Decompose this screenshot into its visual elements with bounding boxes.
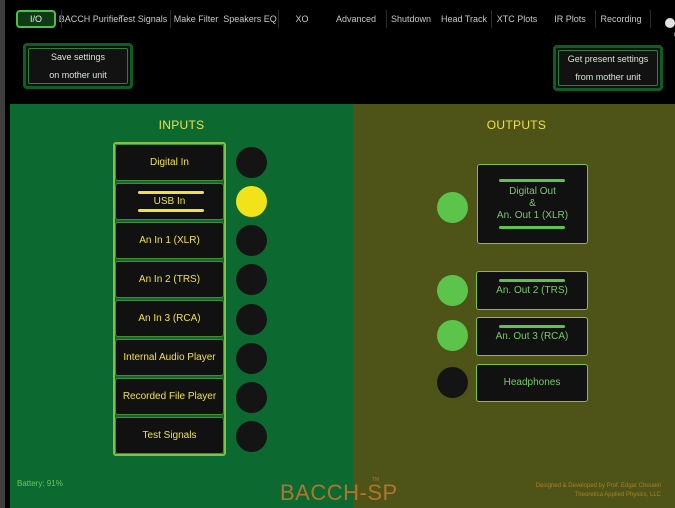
- credit-line2: Theoretica Applied Physics, LLC: [574, 492, 661, 498]
- brand-logo: BACCH-SP: [280, 480, 398, 505]
- input-indicator-led-selected[interactable]: [236, 186, 267, 217]
- tab-io[interactable]: I/O: [12, 6, 60, 32]
- tab-divider: [61, 10, 62, 28]
- input-label: An In 2 (TRS): [138, 274, 201, 285]
- tab-bacch-purifier[interactable]: BACCH Purifier: [59, 6, 122, 32]
- inputs-panel: INPUTS Digital In USB In An In 1 (XLR) A…: [10, 104, 353, 508]
- credit-line1: Designed & Developed by Prof. Edgar Chou…: [535, 483, 661, 489]
- input-an-in-3-rca[interactable]: An In 3 (RCA): [115, 300, 224, 337]
- tab-divider: [595, 10, 596, 28]
- app-window: I/O BACCH Purifier Test Signals Make Fil…: [0, 0, 675, 508]
- input-label: An In 1 (XLR): [139, 235, 200, 246]
- tab-divider: [278, 10, 279, 28]
- input-indicator-led[interactable]: [236, 147, 267, 178]
- tab-divider: [386, 10, 387, 28]
- active-bar-bottom: [499, 226, 565, 229]
- tab-speakers-eq[interactable]: Speakers EQ: [223, 6, 277, 32]
- output-headphones[interactable]: Headphones: [476, 364, 588, 402]
- tab-io-label: I/O: [15, 10, 56, 28]
- status-dot-icon[interactable]: [665, 18, 675, 28]
- active-bar-top: [499, 279, 565, 282]
- input-internal-audio-player[interactable]: Internal Audio Player: [115, 339, 224, 376]
- top-tab-bar: I/O BACCH Purifier Test Signals Make Fil…: [10, 6, 675, 32]
- output-label-line1: Digital Out: [509, 186, 556, 197]
- input-indicator-led[interactable]: [236, 421, 267, 452]
- input-label: USB In: [153, 196, 186, 207]
- tab-divider: [170, 10, 171, 28]
- output-label-line2: &: [529, 198, 536, 209]
- output-digital-an-out-1[interactable]: Digital Out & An. Out 1 (XLR): [477, 164, 588, 244]
- tab-shutdown[interactable]: Shutdown: [386, 6, 436, 32]
- output-indicator-led-active[interactable]: [437, 192, 468, 223]
- outputs-title: OUTPUTS: [486, 118, 547, 132]
- output-an-out-2-trs[interactable]: An. Out 2 (TRS): [476, 271, 588, 310]
- tab-divider: [491, 10, 492, 28]
- input-recorded-file-player[interactable]: Recorded File Player: [115, 378, 224, 415]
- tab-advanced[interactable]: Advanced: [332, 6, 380, 32]
- input-label: Internal Audio Player: [123, 352, 216, 363]
- input-an-in-2-trs[interactable]: An In 2 (TRS): [115, 261, 224, 298]
- tab-test-signals[interactable]: Test Signals: [118, 6, 168, 32]
- output-an-out-3-rca[interactable]: An. Out 3 (RCA): [476, 317, 588, 356]
- active-bar-top: [499, 179, 565, 182]
- button-border: [28, 48, 128, 84]
- input-indicator-led[interactable]: [236, 343, 267, 374]
- battery-status: Battery: 91%: [17, 479, 63, 488]
- output-indicator-led-active[interactable]: [437, 320, 468, 351]
- tab-divider: [650, 10, 651, 28]
- tab-xtc-plots[interactable]: XTC Plots: [492, 6, 542, 32]
- tab-recording[interactable]: Recording: [596, 6, 646, 32]
- input-label: An In 3 (RCA): [138, 313, 201, 324]
- tab-ir-plots[interactable]: IR Plots: [547, 6, 593, 32]
- output-label: An. Out 3 (RCA): [495, 330, 569, 342]
- output-label-line3: An. Out 1 (XLR): [496, 210, 569, 221]
- input-label: Test Signals: [142, 430, 197, 441]
- inputs-title: INPUTS: [158, 118, 205, 132]
- input-test-signals[interactable]: Test Signals: [115, 417, 224, 454]
- input-label: Recorded File Player: [122, 391, 217, 402]
- selected-bar-bottom: [138, 209, 204, 212]
- active-bar-top: [499, 325, 565, 328]
- input-usb-in[interactable]: USB In: [115, 183, 224, 220]
- outputs-panel: OUTPUTS Digital Out & An. Out 1 (XLR) An…: [353, 104, 675, 508]
- output-indicator-led-active[interactable]: [437, 275, 468, 306]
- input-indicator-led[interactable]: [236, 225, 267, 256]
- tab-make-filter[interactable]: Make Filter: [171, 6, 221, 32]
- button-border: [558, 50, 658, 86]
- trademark-mark: TM: [372, 477, 380, 483]
- save-settings-button[interactable]: Save settings on mother unit: [23, 43, 133, 89]
- credits: Designed & Developed by Prof. Edgar Chou…: [536, 482, 661, 500]
- output-label: An. Out 2 (TRS): [496, 284, 568, 296]
- input-label: Digital In: [150, 157, 189, 168]
- input-indicator-led[interactable]: [236, 264, 267, 295]
- get-settings-button[interactable]: Get present settings from mother unit: [553, 45, 663, 91]
- output-indicator-led[interactable]: [437, 367, 468, 398]
- tab-xo[interactable]: XO: [278, 6, 326, 32]
- input-digital-in[interactable]: Digital In: [115, 144, 224, 181]
- selected-bar-top: [138, 191, 204, 194]
- input-an-in-1-xlr[interactable]: An In 1 (XLR): [115, 222, 224, 259]
- input-indicator-led[interactable]: [236, 304, 267, 335]
- output-label: Headphones: [503, 377, 561, 388]
- tab-head-track[interactable]: Head Track: [439, 6, 489, 32]
- input-indicator-led[interactable]: [236, 382, 267, 413]
